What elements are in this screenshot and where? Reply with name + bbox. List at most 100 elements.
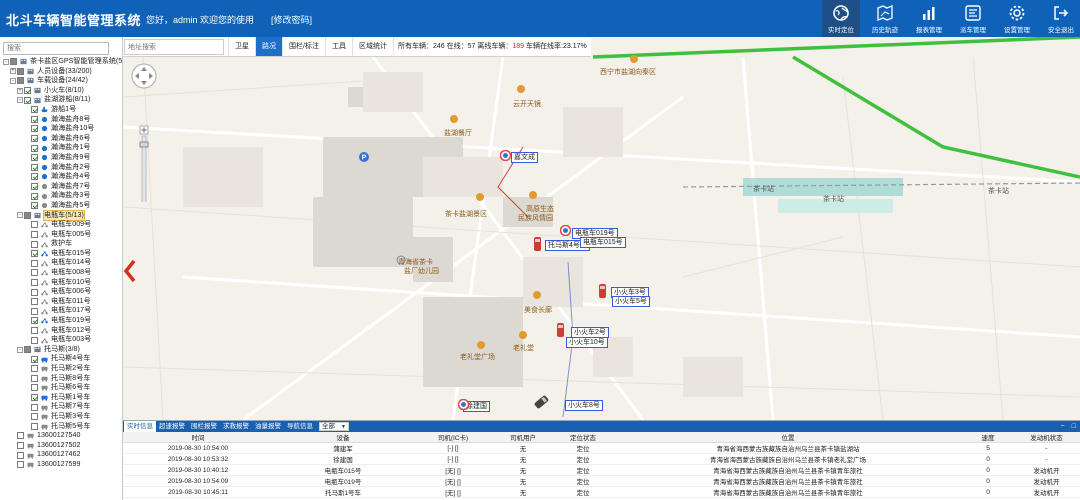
tree-node[interactable]: 瀚海盐舟10号 (0, 124, 122, 134)
tree-node[interactable]: 瀚海盐舟3号 (0, 191, 122, 201)
tree-node[interactable]: 13600127502 (0, 441, 122, 451)
tree-checkbox[interactable] (31, 144, 38, 152)
tree-checkbox[interactable] (31, 307, 38, 315)
tree-checkbox[interactable] (31, 202, 38, 210)
tree-node[interactable]: 电瓶车011号 (0, 297, 122, 307)
tree-checkbox[interactable] (31, 413, 38, 421)
tree-checkbox[interactable] (31, 135, 38, 143)
tree-node[interactable]: 电瓶车005号 (0, 230, 122, 240)
bottom-tab-0[interactable]: 实时信息 (124, 421, 156, 432)
nav-gear[interactable]: 设置管理 (998, 0, 1036, 37)
collapse-toggle[interactable]: - (17, 97, 23, 104)
tree-node[interactable]: + 小火车(8/10) (0, 86, 122, 96)
tree-checkbox[interactable] (31, 365, 38, 373)
tree-checkbox[interactable] (24, 211, 31, 219)
table-row[interactable]: 2019-08-30 10:53:32 徐建国 [-] [] 无定位 青海省海西蒙古族藏… (123, 453, 1080, 465)
column-header[interactable]: 时间 (123, 432, 273, 443)
minimize-icon[interactable]: − (1061, 421, 1065, 432)
tree-checkbox[interactable] (31, 115, 38, 123)
tree-node[interactable]: 瀚海盐舟1号 (0, 143, 122, 153)
table-row[interactable]: 2019-08-30 10:54:09 电瓶车019号 [无] [] 无定位 青海省海西… (123, 475, 1080, 487)
tree-checkbox[interactable] (31, 355, 38, 363)
tree-checkbox[interactable] (31, 259, 38, 267)
table-row[interactable]: 2019-08-30 10:54:00 蒲建军 [-] [] 无定位 青海省海西蒙古族藏… (123, 442, 1080, 454)
tree-checkbox[interactable] (31, 394, 38, 402)
expand-toggle[interactable]: + (10, 68, 16, 75)
tree-checkbox[interactable] (31, 240, 38, 248)
table-row[interactable]: 2019-08-30 10:40:12 电瓶车015号 [无] [] 无定位 青海省海西… (123, 464, 1080, 476)
tree-checkbox[interactable] (31, 125, 38, 133)
tree-node[interactable]: 救护车 (0, 239, 122, 249)
map-view[interactable]: P 卫星路况围栏/标注工具区域统计 所有车辆：246 在线：57 离线车辆：18… (123, 37, 1080, 420)
tree-checkbox[interactable] (31, 230, 38, 238)
column-header[interactable]: 发动机状态 (1013, 432, 1080, 443)
tree-node[interactable]: 电瓶车014号 (0, 258, 122, 268)
tree-node[interactable]: 托马斯8号车 (0, 374, 122, 384)
tree-node[interactable]: 电瓶车003号 (0, 335, 122, 345)
tree-checkbox[interactable] (31, 269, 38, 277)
tree-checkbox[interactable] (31, 154, 38, 162)
tree-checkbox[interactable] (31, 173, 38, 181)
person-marker-icon[interactable] (560, 225, 571, 236)
tree-node[interactable]: 电瓶车008号 (0, 268, 122, 278)
nav-dispatch[interactable]: 派车管理 (954, 0, 992, 37)
column-header[interactable]: 位置 (613, 432, 963, 443)
bottom-tab-3[interactable]: 求救报警 (220, 421, 252, 432)
tree-node[interactable]: 瀚海盐舟8号 (0, 115, 122, 125)
person-marker-icon[interactable] (500, 150, 511, 161)
tree-node[interactable]: - 托马斯(3/8) (0, 345, 122, 355)
tree-checkbox[interactable] (31, 317, 38, 325)
bottom-tab-1[interactable]: 超速报警 (156, 421, 188, 432)
person-marker-icon[interactable] (458, 399, 469, 410)
tree-node[interactable]: 电瓶车009号 (0, 220, 122, 230)
nav-logout[interactable]: 安全退出 (1042, 0, 1080, 37)
tree-node[interactable]: 电瓶车017号 (0, 306, 122, 316)
tree-checkbox[interactable] (17, 432, 24, 440)
tree-checkbox[interactable] (24, 346, 31, 354)
column-header[interactable]: 司机用户 (493, 432, 553, 443)
tree-checkbox[interactable] (17, 451, 24, 459)
tree-node[interactable]: 电瓶车019号 (0, 316, 122, 326)
tree-node[interactable]: 瀚海盐舟4号 (0, 172, 122, 182)
tree-checkbox[interactable] (17, 77, 24, 85)
tree-checkbox[interactable] (31, 403, 38, 411)
map-tool-3[interactable]: 工具 (324, 37, 352, 56)
tree-checkbox[interactable] (31, 374, 38, 382)
tree-node[interactable]: - 盐湖游船(8/11) (0, 95, 122, 105)
nav-globe[interactable]: 实时定位 (822, 0, 860, 37)
tree-search-input[interactable] (3, 42, 109, 55)
nav-bar-chart[interactable]: 报表管理 (910, 0, 948, 37)
tree-checkbox[interactable] (17, 67, 24, 75)
vehicle-label[interactable]: 电瓶车015号 (580, 237, 626, 248)
collapse-toggle[interactable]: - (17, 346, 23, 353)
tree-checkbox[interactable] (31, 288, 38, 296)
tree-checkbox[interactable] (31, 183, 38, 191)
tree-checkbox[interactable] (31, 298, 38, 306)
tree-node[interactable]: 瀚海盐舟7号 (0, 182, 122, 192)
map-tool-1[interactable]: 路况 (255, 37, 282, 56)
tree-checkbox[interactable] (31, 221, 38, 229)
tree-checkbox[interactable] (24, 96, 31, 104)
tree-checkbox[interactable] (31, 384, 38, 392)
tree-node[interactable]: + 人员设备(33/200) (0, 67, 122, 77)
tree-node[interactable]: 托马斯7号车 (0, 402, 122, 412)
map-tool-0[interactable]: 卫星 (228, 37, 255, 56)
collapse-toggle[interactable]: - (3, 58, 9, 65)
car-marker-icon[interactable] (598, 283, 607, 299)
tree-node[interactable]: 电瓶车012号 (0, 326, 122, 336)
collapse-toggle[interactable]: - (10, 77, 16, 84)
tree-node[interactable]: 瀚海盐舟6号 (0, 134, 122, 144)
tree-node[interactable]: 托马斯3号车 (0, 412, 122, 422)
tree-node[interactable]: 瀚海盐舟5号 (0, 201, 122, 211)
tree-checkbox[interactable] (31, 192, 38, 200)
expand-sidebar-icon[interactable] (123, 259, 137, 285)
tree-checkbox[interactable] (31, 250, 38, 258)
vehicle-label[interactable]: 嘉文成 (511, 152, 538, 163)
vehicle-label[interactable]: 小火车10号 (566, 337, 608, 348)
table-row[interactable]: 2019-08-30 10:45:11 托马斯1号车 [无] [] 无定位 青海省海西蒙… (123, 486, 1080, 498)
vehicle-label[interactable]: 小火车8号 (565, 400, 603, 411)
car-marker-icon[interactable] (533, 236, 542, 252)
column-header[interactable]: 速度 (963, 432, 1013, 443)
tree-node[interactable]: 托马斯5号车 (0, 422, 122, 432)
column-header[interactable]: 设备 (273, 432, 413, 443)
